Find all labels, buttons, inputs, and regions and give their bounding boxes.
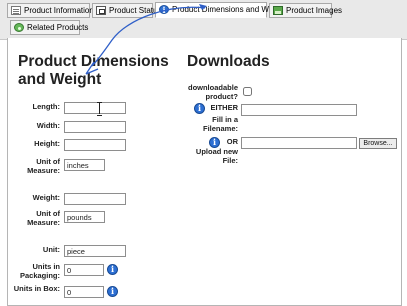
annotation-arrow <box>85 4 207 75</box>
text-cursor-icon <box>97 102 103 116</box>
